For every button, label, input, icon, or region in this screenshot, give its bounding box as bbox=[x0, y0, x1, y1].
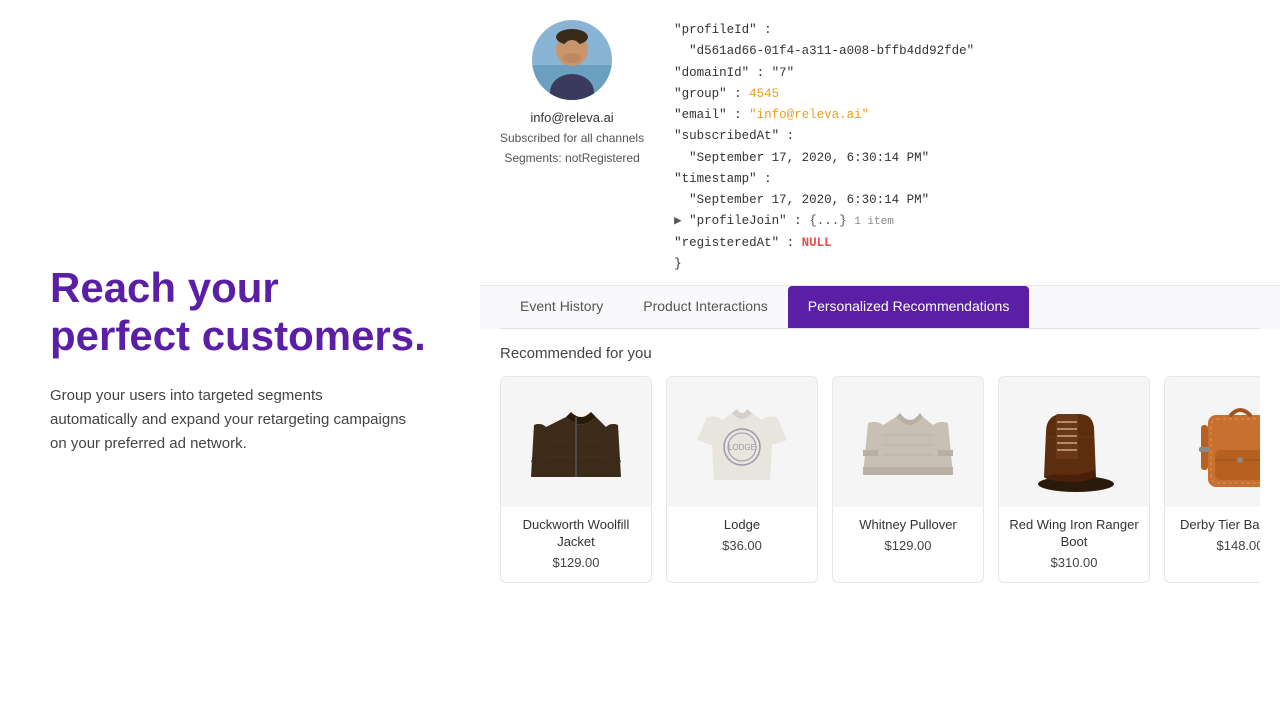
product-name-whitney: Whitney Pullover bbox=[843, 517, 973, 534]
product-card-derby[interactable]: Derby Tier Backpack $148.00 bbox=[1164, 376, 1260, 583]
product-image-lodge: LODGE bbox=[667, 377, 817, 507]
product-name-duckworth: Duckworth Woolfill Jacket bbox=[511, 517, 641, 551]
product-card-whitney[interactable]: Whitney Pullover $129.00 bbox=[832, 376, 984, 583]
tab-personalized-recommendations[interactable]: Personalized Recommendations bbox=[788, 286, 1030, 328]
product-price-lodge: $36.00 bbox=[677, 538, 807, 553]
product-image-duckworth bbox=[501, 377, 651, 507]
product-image-redwing bbox=[999, 377, 1149, 507]
product-card-redwing[interactable]: Red Wing Iron Ranger Boot $310.00 bbox=[998, 376, 1150, 583]
tabs-section: Event History Product Interactions Perso… bbox=[480, 285, 1280, 329]
reco-title: Recommended for you bbox=[500, 345, 1260, 362]
json-display: "profileId" : "d561ad66-01f4-a311-a008-b… bbox=[674, 20, 1250, 275]
product-card-duckworth[interactable]: Duckworth Woolfill Jacket $129.00 bbox=[500, 376, 652, 583]
profile-subscribed: Subscribed for all channels bbox=[500, 131, 644, 145]
product-info-derby: Derby Tier Backpack $148.00 bbox=[1165, 507, 1260, 565]
product-info-whitney: Whitney Pullover $129.00 bbox=[833, 507, 983, 565]
product-name-derby: Derby Tier Backpack bbox=[1175, 517, 1260, 534]
product-price-redwing: $310.00 bbox=[1009, 555, 1139, 570]
product-price-whitney: $129.00 bbox=[843, 538, 973, 553]
product-name-lodge: Lodge bbox=[677, 517, 807, 534]
product-image-derby bbox=[1165, 377, 1260, 507]
profile-card: info@releva.ai Subscribed for all channe… bbox=[500, 20, 644, 165]
svg-text:LODGE: LODGE bbox=[728, 443, 756, 452]
product-card-lodge[interactable]: LODGE Lodge $36.00 bbox=[666, 376, 818, 583]
tab-product-interactions[interactable]: Product Interactions bbox=[623, 286, 788, 328]
tabs-bar: Event History Product Interactions Perso… bbox=[500, 286, 1260, 329]
left-panel: Reach your perfect customers. Group your… bbox=[0, 0, 480, 720]
product-price-duckworth: $129.00 bbox=[511, 555, 641, 570]
right-panel: info@releva.ai Subscribed for all channe… bbox=[480, 0, 1280, 720]
profile-email: info@releva.ai bbox=[530, 110, 613, 125]
main-subtext: Group your users into targeted segments … bbox=[50, 384, 410, 456]
top-section: info@releva.ai Subscribed for all channe… bbox=[480, 0, 1280, 285]
products-row: Duckworth Woolfill Jacket $129.00 bbox=[500, 376, 1260, 583]
product-info-lodge: Lodge $36.00 bbox=[667, 507, 817, 565]
main-headline: Reach your perfect customers. bbox=[50, 264, 430, 361]
product-image-whitney bbox=[833, 377, 983, 507]
product-price-derby: $148.00 bbox=[1175, 538, 1260, 553]
product-name-redwing: Red Wing Iron Ranger Boot bbox=[1009, 517, 1139, 551]
tab-event-history[interactable]: Event History bbox=[500, 286, 623, 328]
product-info-duckworth: Duckworth Woolfill Jacket $129.00 bbox=[501, 507, 651, 582]
product-info-redwing: Red Wing Iron Ranger Boot $310.00 bbox=[999, 507, 1149, 582]
reco-section: Recommended for you bbox=[480, 329, 1280, 720]
profile-segments: Segments: notRegistered bbox=[504, 151, 639, 165]
avatar bbox=[532, 20, 612, 100]
